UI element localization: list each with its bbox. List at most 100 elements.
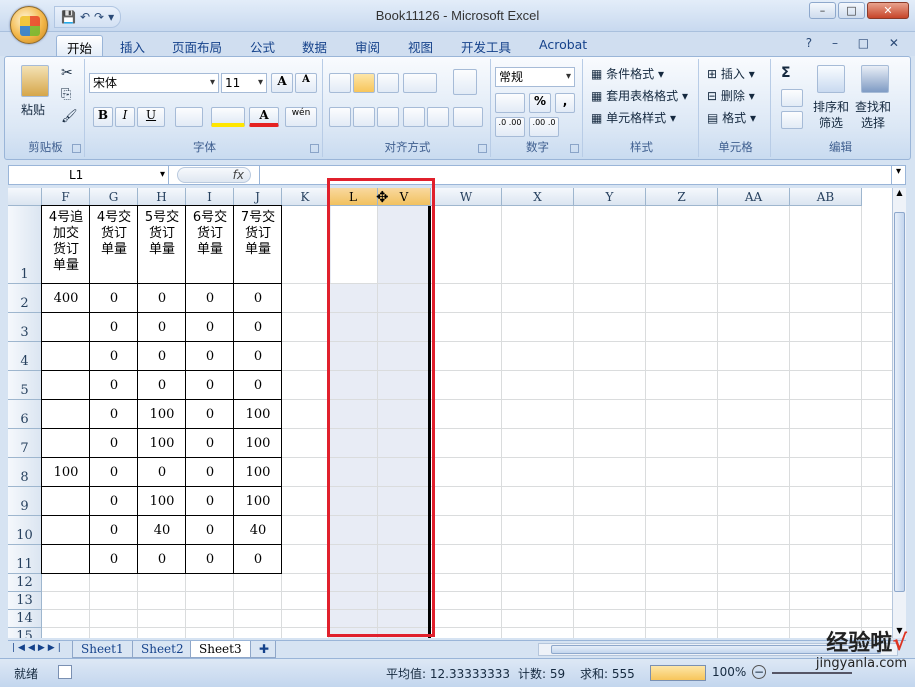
table-cell[interactable]: 0 [90,342,138,371]
fill-color-icon[interactable] [211,107,245,127]
align-bottom-icon[interactable] [377,73,399,93]
table-cell[interactable]: 0 [186,400,234,429]
bold-button[interactable]: B [93,107,113,127]
table-cell[interactable]: 0 [234,371,282,400]
column-header-W[interactable]: W [431,188,502,206]
table-cell[interactable]: 0 [234,284,282,313]
row-header-15[interactable]: 15 [8,628,42,638]
table-cell[interactable]: 0 [90,516,138,545]
office-button[interactable] [10,6,48,44]
new-sheet-icon[interactable]: ✚ [250,641,276,658]
vertical-scroll-thumb[interactable] [894,212,905,592]
table-cell[interactable] [42,429,90,458]
row-header-3[interactable]: 3 [8,313,42,342]
sheet-tab-2[interactable]: Sheet2 [132,641,193,658]
table-cell[interactable]: 0 [90,284,138,313]
alignment-dialog-launcher[interactable] [478,144,487,153]
table-cell[interactable]: 0 [234,313,282,342]
scroll-up-icon[interactable]: ▲ [893,188,906,200]
zoom-level[interactable]: 100% [712,665,746,679]
table-cell[interactable]: 0 [234,342,282,371]
tab-developer[interactable]: 开发工具 [451,35,521,56]
sheet-tab-3[interactable]: Sheet3 [190,641,251,658]
table-cell[interactable]: 100 [234,429,282,458]
table-cell[interactable]: 0 [138,313,186,342]
accounting-format-icon[interactable] [495,93,525,113]
table-cell[interactable] [42,371,90,400]
clear-icon[interactable] [781,111,803,129]
table-cell[interactable]: 40 [138,516,186,545]
tab-acrobat[interactable]: Acrobat [529,35,597,56]
increase-indent-icon[interactable] [427,107,449,127]
column-header-L[interactable]: L [329,188,378,206]
column-header-K[interactable]: K [282,188,329,206]
row-header-12[interactable]: 12 [8,574,42,592]
table-cell[interactable]: 0 [186,487,234,516]
font-size-combo[interactable]: 11 [221,73,267,93]
table-cell[interactable]: 100 [138,400,186,429]
table-cell[interactable] [42,313,90,342]
column-header-X[interactable]: X [502,188,574,206]
table-cell[interactable]: 0 [186,284,234,313]
borders-icon[interactable] [175,107,203,127]
sheet-tab-1[interactable]: Sheet1 [72,641,133,658]
zoom-slider[interactable] [772,672,852,674]
table-cell[interactable] [42,516,90,545]
format-as-table-button[interactable]: ▦ 套用表格格式 ▾ [591,87,688,104]
tab-page-layout[interactable]: 页面布局 [162,35,232,56]
table-cell[interactable]: 0 [138,342,186,371]
table-cell[interactable]: 0 [186,516,234,545]
fill-icon[interactable] [781,89,803,107]
worksheet[interactable]: F G H I J K L V W X Y Z AA AB 1 2 3 4 5 6 7 8 9 10 11 12 13 14 15 4… [8,188,892,638]
paste-button[interactable]: 粘贴 [21,101,45,118]
table-cell[interactable]: 100 [138,487,186,516]
select-all-corner[interactable] [8,188,42,206]
align-center-icon[interactable] [353,107,375,127]
clipboard-dialog-launcher[interactable] [72,144,81,153]
column-header-H[interactable]: H [138,188,186,206]
sort-filter-icon[interactable] [817,65,845,93]
row-header-6[interactable]: 6 [8,400,42,429]
comma-button[interactable]: , [555,93,575,113]
paste-icon[interactable] [21,65,49,97]
table-cell[interactable]: 0 [138,284,186,313]
row-header-14[interactable]: 14 [8,610,42,628]
header-cell[interactable]: 4号交 货订 单量 [90,206,138,284]
insert-cells-button[interactable]: ⊞ 插入 ▾ [707,65,755,82]
row-header-10[interactable]: 10 [8,516,42,545]
copy-icon[interactable]: ⎘ [61,87,71,102]
table-cell[interactable]: 0 [234,545,282,574]
decrease-decimal-button[interactable]: .00 .0 [529,117,559,137]
table-cell[interactable] [42,342,90,371]
binoculars-icon[interactable] [861,65,889,93]
conditional-format-button[interactable]: ▦ 条件格式 ▾ [591,65,664,82]
table-cell[interactable]: 0 [186,458,234,487]
font-dialog-launcher[interactable] [310,144,319,153]
row-header-2[interactable]: 2 [8,284,42,313]
cell-styles-button[interactable]: ▦ 单元格样式 ▾ [591,109,676,126]
tab-data[interactable]: 数据 [292,35,337,56]
row-header-13[interactable]: 13 [8,592,42,610]
column-header-J[interactable]: J [234,188,282,206]
merge-center-icon[interactable] [453,107,483,127]
cut-icon[interactable]: ✂ [61,65,73,81]
zoom-out-icon[interactable]: − [752,665,766,679]
column-header-G[interactable]: G [90,188,138,206]
tab-insert[interactable]: 插入 [110,35,155,56]
table-cell[interactable]: 0 [138,371,186,400]
table-cell[interactable]: 0 [186,371,234,400]
font-name-combo[interactable]: 宋体 [89,73,219,93]
active-cell-L1[interactable] [331,206,378,284]
table-cell[interactable]: 0 [90,313,138,342]
font-color-button[interactable]: A [249,107,279,127]
column-header-Z[interactable]: Z [646,188,718,206]
column-header-AA[interactable]: AA [718,188,790,206]
table-cell[interactable]: 0 [186,545,234,574]
table-cell[interactable]: 0 [90,487,138,516]
table-cell[interactable]: 40 [234,516,282,545]
phonetic-guide-button[interactable]: wén [285,107,317,127]
header-cell[interactable]: 4号追 加交 货订 单量 [42,206,90,284]
table-cell[interactable]: 0 [90,371,138,400]
number-dialog-launcher[interactable] [570,144,579,153]
tab-view[interactable]: 视图 [398,35,443,56]
